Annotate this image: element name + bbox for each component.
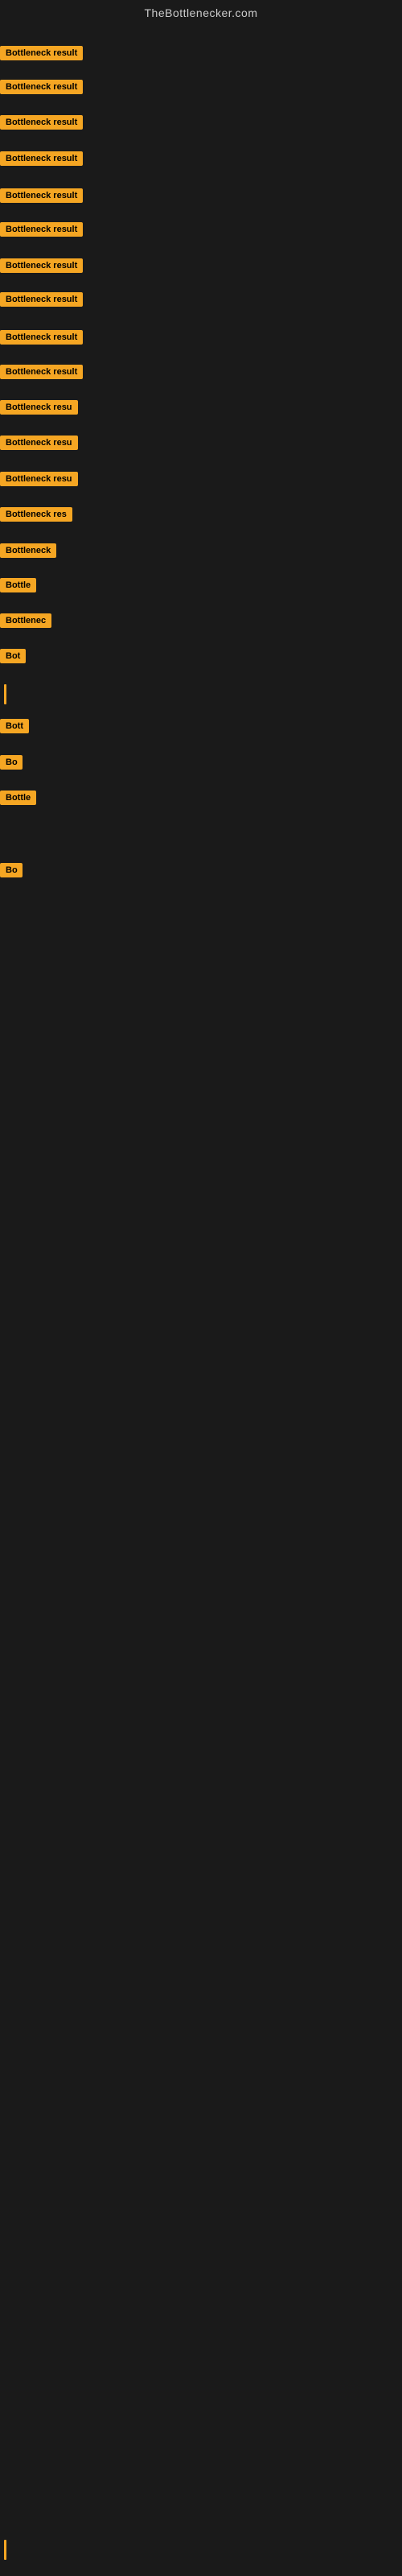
bottleneck-result-badge: Bottle (0, 791, 36, 805)
bottleneck-result-badge: Bottleneck result (0, 258, 83, 273)
bottleneck-badge-row: Bottleneck result (0, 46, 83, 64)
bottleneck-result-badge: Bo (0, 755, 23, 770)
bottleneck-result-badge: Bottleneck result (0, 188, 83, 203)
bottleneck-result-badge: Bottleneck result (0, 330, 83, 345)
bottleneck-badge-row: Bottleneck result (0, 330, 83, 349)
bottleneck-result-badge: Bottleneck result (0, 222, 83, 237)
bottleneck-badge-row: Bottlenec (0, 613, 51, 632)
bottleneck-result-badge: Bottleneck (0, 543, 56, 558)
vertical-indicator-bar (4, 2540, 6, 2560)
bottleneck-badge-row: Bottleneck result (0, 115, 83, 134)
bottleneck-result-badge: Bottle (0, 578, 36, 592)
bottleneck-badge-row: Bottleneck result (0, 258, 83, 277)
bottleneck-result-badge: Bot (0, 649, 26, 663)
bottleneck-badge-row: Bo (0, 863, 23, 881)
bottleneck-result-badge: Bottleneck result (0, 292, 83, 307)
bottleneck-badge-row: Bottleneck resu (0, 400, 78, 419)
bottleneck-result-badge: Bottleneck resu (0, 400, 78, 415)
bottleneck-result-badge: Bottleneck result (0, 80, 83, 94)
bottleneck-result-badge: Bottleneck result (0, 46, 83, 60)
bottleneck-result-badge: Bo (0, 863, 23, 877)
bottleneck-badge-row: Bo (0, 755, 23, 774)
site-title: TheBottlenecker.com (0, 0, 402, 23)
bottleneck-badge-row: Bottleneck result (0, 151, 83, 170)
bottleneck-badge-row: Bottleneck resu (0, 472, 78, 490)
bottleneck-result-badge: Bottleneck result (0, 115, 83, 130)
bottleneck-badge-row: Bottleneck result (0, 188, 83, 207)
bottleneck-result-badge: Bottlenec (0, 613, 51, 628)
bottleneck-badge-row: Bottle (0, 578, 36, 597)
bottleneck-badge-row: Bottleneck result (0, 222, 83, 241)
bottleneck-badge-row: Bottleneck result (0, 292, 83, 311)
bottleneck-result-badge: Bott (0, 719, 29, 733)
bottleneck-badge-row: Bot (0, 649, 26, 667)
bottleneck-badge-row: Bottleneck result (0, 80, 83, 98)
bottleneck-badge-row: Bottleneck res (0, 507, 72, 526)
bottleneck-result-badge: Bottleneck result (0, 365, 83, 379)
bottleneck-badge-row: Bottleneck result (0, 365, 83, 383)
vertical-indicator-bar (4, 684, 6, 704)
bottleneck-result-badge: Bottleneck result (0, 151, 83, 166)
bottleneck-badge-row: Bottle (0, 791, 36, 809)
bottleneck-badge-row: Bottleneck (0, 543, 56, 562)
bottleneck-badge-row: Bottleneck resu (0, 436, 78, 454)
bottleneck-result-badge: Bottleneck resu (0, 436, 78, 450)
bottleneck-result-badge: Bottleneck resu (0, 472, 78, 486)
bottleneck-result-badge: Bottleneck res (0, 507, 72, 522)
bottleneck-badge-row: Bott (0, 719, 29, 737)
